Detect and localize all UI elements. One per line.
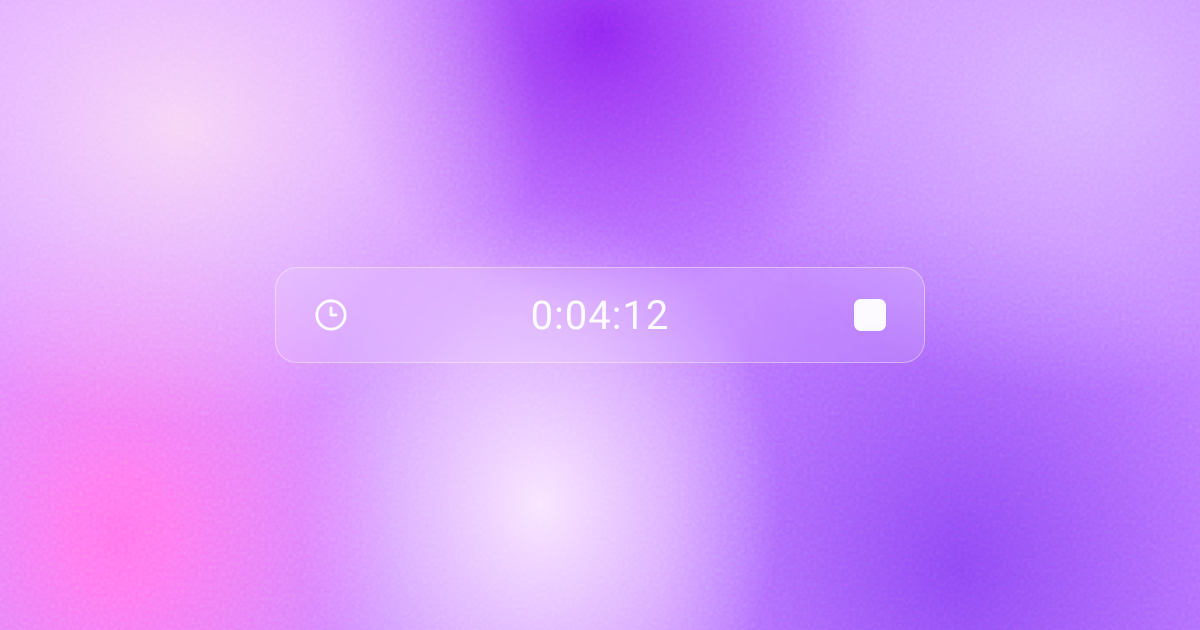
elapsed-time: 0:04:12 xyxy=(531,292,670,339)
timer-widget: 0:04:12 xyxy=(275,267,925,363)
stop-button[interactable] xyxy=(854,299,886,331)
clock-icon xyxy=(314,298,348,332)
